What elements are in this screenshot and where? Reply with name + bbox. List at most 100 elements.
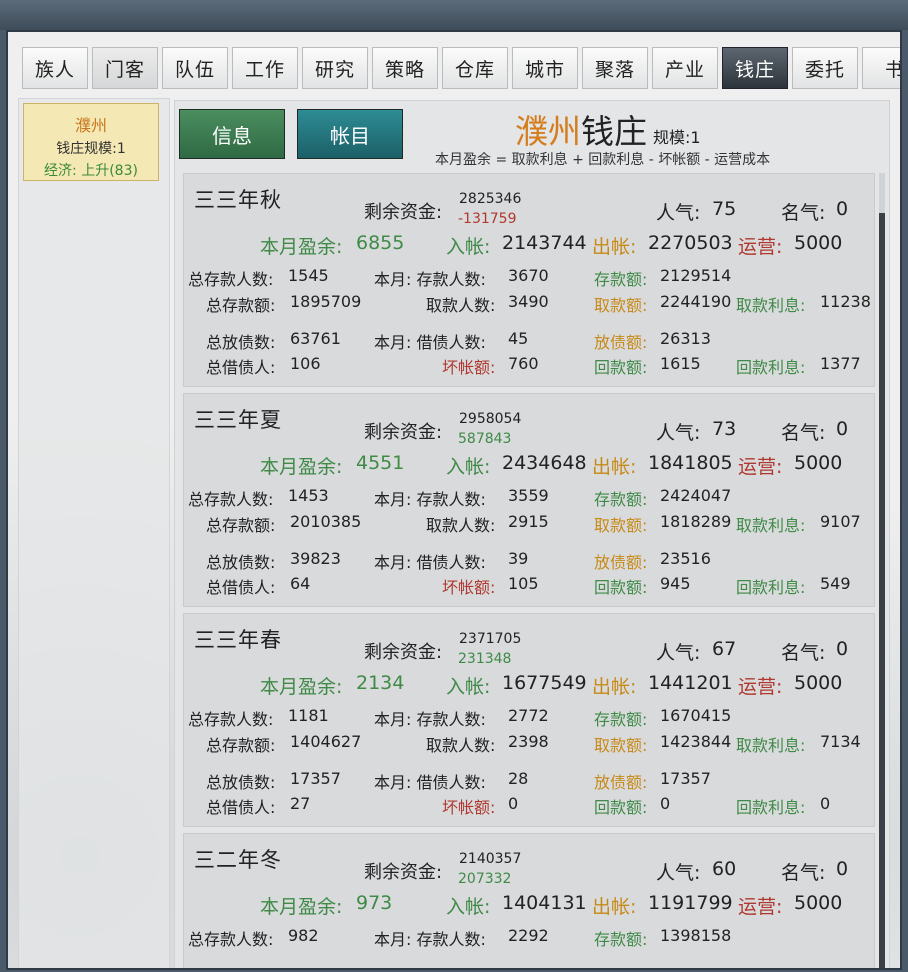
tab-industry[interactable]: 产业 xyxy=(652,47,718,89)
funds-delta: 207332 xyxy=(458,871,512,887)
withdraw-amount-label: 取款额: xyxy=(594,296,648,315)
operation-value: 5000 xyxy=(794,452,843,474)
deposit-amount-label: 存款额: xyxy=(594,710,648,729)
bank-main: 信息 帐目 濮州 钱庄 规模:1 本月盈余 = 取款利息 + 回款利息 - 坏帐… xyxy=(174,100,890,968)
tab-research[interactable]: 研究 xyxy=(302,47,368,89)
deposit-amount-value: 2424047 xyxy=(660,486,732,505)
surplus-label: 本月盈余: xyxy=(260,896,343,918)
season-title: 三三年夏 xyxy=(194,408,282,432)
repayment-value: 945 xyxy=(660,574,691,593)
surplus-label: 本月盈余: xyxy=(260,236,343,258)
operation-value: 5000 xyxy=(794,672,843,694)
month-depositors-label: 本月: 存款人数: xyxy=(374,930,486,949)
total-depositors-value: 1545 xyxy=(288,266,329,285)
month-borrowers-label: 本月: 借债人数: xyxy=(374,333,486,352)
fame-label: 名气: xyxy=(781,202,826,224)
funds-label: 剩余资金: xyxy=(364,202,443,223)
month-depositors-value: 2292 xyxy=(508,926,549,945)
surplus-value: 4551 xyxy=(356,452,405,474)
total-deposits-label: 总存款额: xyxy=(206,516,276,535)
deposit-amount-label: 存款额: xyxy=(594,270,648,289)
accounts-button[interactable]: 帐目 xyxy=(297,109,403,159)
withdrawers-value: 2915 xyxy=(508,512,549,531)
scrollbar[interactable] xyxy=(879,173,885,968)
total-depositors-label: 总存款人数: xyxy=(188,270,274,289)
bad-debt-label: 坏帐额: xyxy=(442,578,496,597)
tab-troops[interactable]: 队伍 xyxy=(162,47,228,89)
fame-value: 0 xyxy=(836,858,849,880)
repayment-interest-label: 回款利息: xyxy=(736,358,806,377)
repayment-interest-value: 549 xyxy=(820,574,851,593)
city-list: 濮州 钱庄规模:1 经济: 上升(83) xyxy=(18,98,170,968)
outflow-value: 1841805 xyxy=(648,452,733,474)
month-depositors-value: 3670 xyxy=(508,266,549,285)
tab-commission[interactable]: 委托 xyxy=(792,47,858,89)
income-label: 入帐: xyxy=(446,456,491,478)
fame-value: 0 xyxy=(836,638,849,660)
withdraw-amount-value: 2244190 xyxy=(660,292,732,311)
withdrawers-value: 2398 xyxy=(508,732,549,751)
tab-strategy[interactable]: 策略 xyxy=(372,47,438,89)
tab-city[interactable]: 城市 xyxy=(512,47,578,89)
operation-value: 5000 xyxy=(794,892,843,914)
withdraw-interest-label: 取款利息: xyxy=(736,296,806,315)
info-button[interactable]: 信息 xyxy=(179,109,285,159)
withdraw-interest-value: 9107 xyxy=(820,512,861,531)
withdraw-amount-value: 1818289 xyxy=(660,512,732,531)
surplus-label: 本月盈余: xyxy=(260,676,343,698)
season-title: 三二年冬 xyxy=(194,848,282,872)
funds-delta: 231348 xyxy=(458,651,512,667)
income-value: 2143744 xyxy=(502,232,587,254)
loan-amount-value: 23516 xyxy=(660,549,711,568)
bad-debt-value: 0 xyxy=(508,794,519,813)
surplus-formula: 本月盈余 = 取款利息 + 回款利息 - 坏帐额 - 运营成本 xyxy=(435,152,771,168)
tab-work[interactable]: 工作 xyxy=(232,47,298,89)
fame-label: 名气: xyxy=(781,642,826,664)
month-borrowers-label: 本月: 借债人数: xyxy=(374,773,486,792)
repayment-interest-label: 回款利息: xyxy=(736,798,806,817)
funds-label: 剩余资金: xyxy=(364,642,443,663)
loan-amount-label: 放债额: xyxy=(594,773,648,792)
loan-amount-value: 17357 xyxy=(660,769,711,788)
total-depositors-value: 1453 xyxy=(288,486,329,505)
surplus-value: 2134 xyxy=(356,672,405,694)
funds-label: 剩余资金: xyxy=(364,422,443,443)
total-depositors-value: 1181 xyxy=(288,706,329,725)
total-loans-value: 39823 xyxy=(290,549,341,568)
outflow-label: 出帐: xyxy=(592,236,637,258)
total-depositors-label: 总存款人数: xyxy=(188,490,274,509)
city-name: 濮州 xyxy=(74,116,107,135)
total-deposits-value: 1895709 xyxy=(290,292,362,311)
outflow-value: 2270503 xyxy=(648,232,733,254)
city-item[interactable]: 濮州 钱庄规模:1 经济: 上升(83) xyxy=(23,103,159,181)
title-scale: 规模:1 xyxy=(653,128,701,147)
outflow-label: 出帐: xyxy=(592,676,637,698)
month-borrowers-value: 39 xyxy=(508,549,529,568)
title-city: 濮州 xyxy=(515,112,581,151)
repayment-value: 1615 xyxy=(660,354,701,373)
income-value: 2434648 xyxy=(502,452,587,474)
total-loans-value: 63761 xyxy=(290,329,341,348)
month-depositors-label: 本月: 存款人数: xyxy=(374,490,486,509)
total-borrowers-label: 总借债人: xyxy=(206,358,276,377)
outflow-label: 出帐: xyxy=(592,896,637,918)
total-deposits-label: 总存款额: xyxy=(206,736,276,755)
tab-book[interactable]: 书 xyxy=(862,47,900,89)
withdraw-amount-value: 1423844 xyxy=(660,732,732,751)
month-depositors-label: 本月: 存款人数: xyxy=(374,710,486,729)
tab-bank[interactable]: 钱庄 xyxy=(722,47,788,89)
outflow-label: 出帐: xyxy=(592,456,637,478)
tab-settlement[interactable]: 聚落 xyxy=(582,47,648,89)
operation-value: 5000 xyxy=(794,232,843,254)
bad-debt-label: 坏帐额: xyxy=(442,798,496,817)
repayment-label: 回款额: xyxy=(594,578,648,597)
withdraw-interest-value: 11238 xyxy=(820,292,871,311)
tab-clan[interactable]: 族人 xyxy=(22,47,88,89)
deposit-amount-label: 存款额: xyxy=(594,930,648,949)
popularity-value: 60 xyxy=(712,858,737,880)
tab-retainers[interactable]: 门客 xyxy=(92,47,158,89)
tab-warehouse[interactable]: 仓库 xyxy=(442,47,508,89)
withdraw-interest-value: 7134 xyxy=(820,732,861,751)
fame-value: 0 xyxy=(836,418,849,440)
withdraw-amount-label: 取款额: xyxy=(594,516,648,535)
